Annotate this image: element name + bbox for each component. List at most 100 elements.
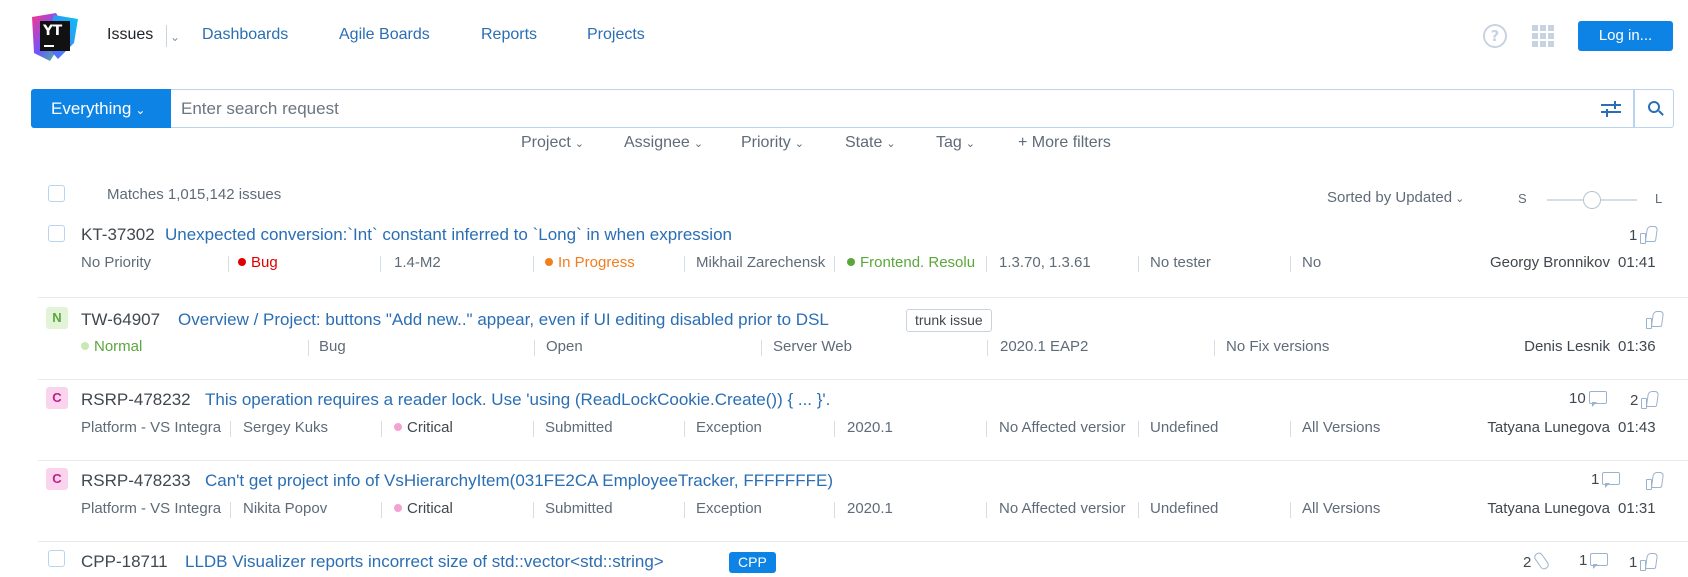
issue-summary[interactable]: Unexpected conversion:`Int` constant inf… bbox=[165, 225, 732, 245]
thumbs-up-icon bbox=[1646, 310, 1664, 329]
issue-id[interactable]: RSRP-478233 bbox=[81, 471, 191, 491]
issue-build[interactable]: 2020.1 EAP2 bbox=[1000, 338, 1200, 355]
votes-counter[interactable]: 1 bbox=[1629, 225, 1658, 244]
thumbs-up-icon bbox=[1640, 552, 1658, 571]
issue-affected-versions[interactable]: No Affected versior bbox=[999, 500, 1135, 517]
issue-subsystem[interactable]: Frontend. Resolu bbox=[847, 254, 983, 271]
filter-priority[interactable]: Priority ⌄ bbox=[741, 134, 804, 152]
issue-checkbox[interactable] bbox=[48, 225, 65, 242]
issue-tag[interactable]: CPP bbox=[729, 552, 776, 573]
login-button[interactable]: Log in... bbox=[1578, 21, 1673, 51]
issue-reporter[interactable]: Nikita Popov bbox=[243, 500, 379, 517]
search-scope-button[interactable]: Everything ⌄ bbox=[31, 89, 171, 128]
issue-fix-versions[interactable]: All Versions bbox=[1302, 500, 1438, 517]
matches-count: Matches 1,015,142 issues bbox=[107, 186, 282, 203]
issue-checkbox[interactable] bbox=[48, 550, 65, 567]
issue-updated-time: 01:36 bbox=[1618, 338, 1656, 355]
issue-updated-time: 01:41 bbox=[1618, 254, 1656, 271]
issue-fix-versions[interactable]: All Versions bbox=[1302, 419, 1438, 436]
issue-priority[interactable]: No Priority bbox=[81, 254, 221, 271]
nav-issues[interactable]: Issues bbox=[107, 26, 153, 44]
comments-counter[interactable]: 10 bbox=[1569, 390, 1607, 407]
apps-grid-icon[interactable] bbox=[1532, 25, 1554, 47]
filter-project[interactable]: Project ⌄ bbox=[521, 134, 584, 152]
issue-fix-state[interactable]: Undefined bbox=[1150, 419, 1286, 436]
nav-separator bbox=[166, 25, 167, 47]
select-all-checkbox[interactable] bbox=[48, 185, 65, 202]
issue-fix-state[interactable]: Undefined bbox=[1150, 500, 1286, 517]
issue-id[interactable]: CPP-18711 bbox=[81, 552, 168, 572]
issue-tester[interactable]: No tester bbox=[1150, 254, 1286, 271]
subsystem-dot-icon bbox=[847, 258, 855, 266]
issue-assignee[interactable]: Tatyana Lunegova bbox=[1487, 419, 1610, 436]
issue-field[interactable]: No bbox=[1302, 254, 1382, 271]
issue-reporter[interactable]: Sergey Kuks bbox=[243, 419, 379, 436]
nav-agile-boards[interactable]: Agile Boards bbox=[339, 26, 430, 44]
issue-subsystem[interactable]: Server Web bbox=[773, 338, 973, 355]
issue-assignee[interactable]: Tatyana Lunegova bbox=[1487, 500, 1610, 517]
more-filters-button[interactable]: + More filters bbox=[1018, 134, 1111, 152]
logo-mark: YT bbox=[40, 21, 70, 51]
paperclip-icon bbox=[1534, 552, 1548, 570]
nav-projects[interactable]: Projects bbox=[587, 26, 645, 44]
issue-version[interactable]: 1.4-M2 bbox=[394, 254, 524, 271]
priority-badge: C bbox=[46, 387, 68, 409]
chevron-down-icon[interactable]: ⌄ bbox=[170, 30, 180, 44]
issue-summary[interactable]: Overview / Project: buttons "Add new.." … bbox=[178, 310, 829, 330]
issue-priority[interactable]: Critical bbox=[394, 419, 530, 436]
issue-state[interactable]: Open bbox=[546, 338, 746, 355]
issue-state[interactable]: Submitted bbox=[545, 419, 681, 436]
issue-id[interactable]: RSRP-478232 bbox=[81, 390, 191, 410]
votes-counter[interactable] bbox=[1643, 310, 1664, 329]
comments-counter[interactable]: 1 bbox=[1591, 471, 1621, 488]
attachments-counter[interactable]: 2 bbox=[1523, 552, 1548, 571]
youtrack-logo[interactable]: YT bbox=[30, 13, 80, 63]
issue-state[interactable]: In Progress bbox=[545, 254, 685, 271]
issue-assignee[interactable]: Denis Lesnik bbox=[1524, 338, 1610, 355]
issue-id[interactable]: TW-64907 bbox=[81, 310, 160, 330]
size-slider-handle[interactable] bbox=[1583, 191, 1601, 209]
filter-assignee[interactable]: Assignee ⌄ bbox=[624, 134, 703, 152]
search-button[interactable] bbox=[1634, 89, 1674, 128]
comment-icon bbox=[1588, 390, 1607, 407]
votes-counter[interactable] bbox=[1643, 471, 1664, 490]
issue-type[interactable]: Exception bbox=[696, 500, 832, 517]
issue-assignee[interactable]: Georgy Bronnikov bbox=[1490, 254, 1610, 271]
priority-badge: N bbox=[46, 307, 68, 329]
issue-summary[interactable]: This operation requires a reader lock. U… bbox=[205, 390, 830, 410]
comments-counter[interactable]: 1 bbox=[1579, 552, 1609, 569]
nav-reports[interactable]: Reports bbox=[481, 26, 537, 44]
filter-tag[interactable]: Tag ⌄ bbox=[936, 134, 975, 152]
issue-version[interactable]: 2020.1 bbox=[847, 500, 983, 517]
issue-subsystem[interactable]: Platform - VS Integra bbox=[81, 419, 227, 436]
issue-type[interactable]: Bug bbox=[319, 338, 519, 355]
issue-priority[interactable]: Critical bbox=[394, 500, 530, 517]
top-header: YT Issues ⌄ Dashboards Agile Boards Repo… bbox=[0, 0, 1688, 70]
issue-type[interactable]: Exception bbox=[696, 419, 832, 436]
issue-summary[interactable]: LLDB Visualizer reports incorrect size o… bbox=[185, 552, 664, 572]
priority-badge: C bbox=[46, 468, 68, 490]
nav-dashboards[interactable]: Dashboards bbox=[202, 26, 288, 44]
issue-reporter[interactable]: Mikhail Zarechensk bbox=[696, 254, 832, 271]
issue-fix-versions[interactable]: No Fix versions bbox=[1226, 338, 1426, 355]
issue-state[interactable]: Submitted bbox=[545, 500, 681, 517]
issue-tag[interactable]: trunk issue bbox=[906, 309, 992, 332]
issue-updated-time: 01:31 bbox=[1618, 500, 1656, 517]
votes-counter[interactable]: 1 bbox=[1629, 552, 1658, 571]
issue-affected-versions[interactable]: No Affected versior bbox=[999, 419, 1135, 436]
help-icon[interactable]: ? bbox=[1483, 24, 1507, 48]
priority-dot-icon bbox=[81, 342, 89, 350]
search-input[interactable] bbox=[171, 89, 1634, 128]
issue-version[interactable]: 2020.1 bbox=[847, 419, 983, 436]
votes-counter[interactable]: 2 bbox=[1630, 390, 1659, 409]
issue-id[interactable]: KT-37302 bbox=[81, 225, 155, 245]
issue-subsystem[interactable]: Platform - VS Integra bbox=[81, 500, 227, 517]
issue-priority[interactable]: Normal bbox=[81, 338, 301, 355]
filter-state[interactable]: State ⌄ bbox=[845, 134, 896, 152]
issue-affected-versions[interactable]: 1.3.70, 1.3.61 bbox=[999, 254, 1135, 271]
sort-dropdown[interactable]: Sorted by Updated ⌄ bbox=[1327, 189, 1464, 206]
filter-settings-icon[interactable] bbox=[1601, 101, 1621, 117]
issue-summary[interactable]: Can't get project info of VsHierarchyIte… bbox=[205, 471, 833, 491]
issue-type[interactable]: Bug bbox=[238, 254, 368, 271]
size-small-label: S bbox=[1518, 191, 1527, 206]
